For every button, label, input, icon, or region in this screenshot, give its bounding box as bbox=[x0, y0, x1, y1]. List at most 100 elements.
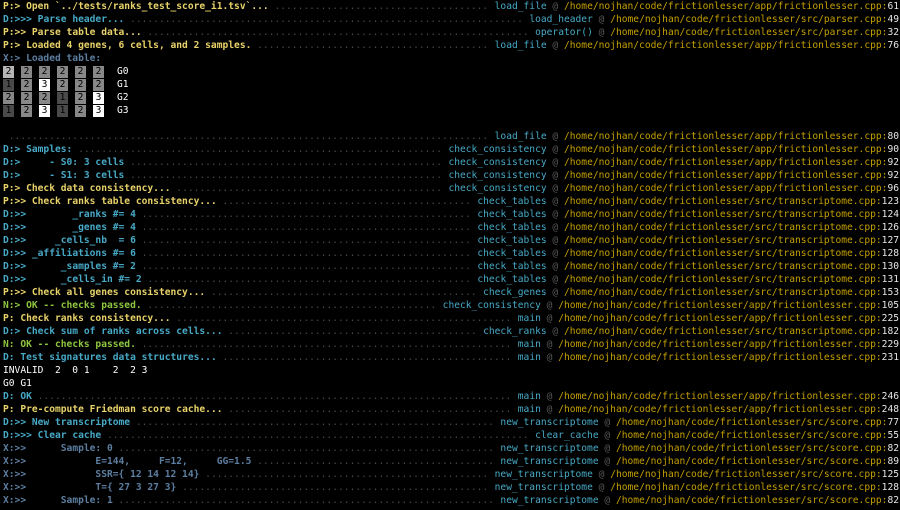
at-sign: @ bbox=[546, 326, 564, 337]
function-name: check_tables bbox=[477, 261, 547, 272]
table-cell: 2 bbox=[93, 66, 104, 78]
at-sign: @ bbox=[540, 352, 559, 363]
log-message: Check ranks consistency... bbox=[14, 313, 171, 324]
line-number: 127 bbox=[881, 235, 899, 246]
log-level: X:>> bbox=[3, 469, 27, 480]
log-level: D:>> bbox=[3, 274, 27, 285]
function-name: check_consistency bbox=[448, 170, 547, 181]
log-message: _ranks #= 4 bbox=[26, 209, 136, 220]
function-name: main bbox=[517, 313, 541, 324]
log-line: N: OK -- checks passed. ................… bbox=[3, 338, 900, 351]
log-level: D:> bbox=[3, 170, 21, 181]
file-path: /home/nojhan/code/frictionlesser/src/tra… bbox=[563, 235, 876, 246]
file-path: /home/nojhan/code/frictionlesser/src/tra… bbox=[563, 261, 876, 272]
source-location: clear_cache @ /home/nojhan/code/friction… bbox=[529, 429, 899, 442]
file-path: /home/nojhan/code/frictionlesser/src/tra… bbox=[563, 209, 876, 220]
log-message: Check all genes consistency... bbox=[26, 287, 206, 298]
log-level: D:> bbox=[3, 326, 21, 337]
at-sign: @ bbox=[592, 482, 611, 493]
log-line: D:> - S1: 3 cells ......................… bbox=[3, 169, 900, 182]
source-location: load_file @ /home/nojhan/code/frictionle… bbox=[488, 39, 899, 52]
source-location: check_consistency @ /home/nojhan/code/fr… bbox=[442, 156, 899, 169]
function-name: new_transcriptome bbox=[500, 456, 599, 467]
at-sign: @ bbox=[546, 157, 564, 168]
table-cell: 1 bbox=[3, 105, 14, 117]
log-line: D:>>> Parse header... ..................… bbox=[3, 13, 900, 26]
at-sign: @ bbox=[592, 27, 611, 38]
line-number: 49 bbox=[887, 14, 899, 25]
function-name: load_file bbox=[494, 131, 547, 142]
file-path: /home/nojhan/code/frictionlesser/app/fri… bbox=[558, 339, 876, 350]
source-location: new_transcriptome @ /home/nojhan/code/fr… bbox=[488, 481, 899, 494]
table-cell: 2 bbox=[75, 92, 86, 104]
table-cell: 2 bbox=[21, 92, 32, 104]
table-cell: 2 bbox=[57, 66, 68, 78]
log-line: P:> Open `../tests/ranks_test_score_i1.t… bbox=[3, 0, 900, 13]
terminal-window[interactable]: P:> Open `../tests/ranks_test_score_i1.t… bbox=[0, 0, 900, 510]
table-cell: 3 bbox=[93, 92, 104, 104]
log-level: P: bbox=[3, 404, 15, 415]
function-name: check_consistency bbox=[442, 300, 541, 311]
at-sign: @ bbox=[546, 261, 564, 272]
at-sign: @ bbox=[546, 274, 564, 285]
log-line: D:>> New transcriptome .................… bbox=[3, 416, 900, 429]
log-level: D:>> bbox=[3, 248, 27, 259]
file-path: /home/nojhan/code/frictionlesser/src/tra… bbox=[563, 287, 876, 298]
log-line: D:>>> Clear cache ......................… bbox=[3, 429, 900, 442]
log-message: _samples #= 2 bbox=[26, 261, 136, 272]
table-cell: 2 bbox=[75, 79, 86, 91]
source-location: check_consistency @ /home/nojhan/code/fr… bbox=[442, 182, 899, 195]
log-line: X:>> Sample: 0 .........................… bbox=[3, 442, 900, 455]
source-location: load_file @ /home/nojhan/code/frictionle… bbox=[488, 0, 899, 13]
line-number: 92 bbox=[887, 170, 899, 181]
log-line: D:>> _affiliations #= 6 ................… bbox=[3, 247, 900, 260]
line-number: 131 bbox=[881, 274, 899, 285]
log-line: G0 G1 bbox=[3, 377, 900, 390]
log-line: N:> OK -- checks passed. ...............… bbox=[3, 299, 900, 312]
log-level: N:> bbox=[3, 300, 21, 311]
log-level: D:>> bbox=[3, 235, 27, 246]
table-cell: 2 bbox=[21, 79, 32, 91]
log-message: _cells_in #= 2 bbox=[26, 274, 142, 285]
line-number: 126 bbox=[881, 222, 899, 233]
log-line: P:>> Check all genes consistency... ....… bbox=[3, 286, 900, 299]
log-line: ........................................… bbox=[3, 130, 900, 143]
source-location: operator() @ /home/nojhan/code/frictionl… bbox=[529, 26, 899, 39]
file-path: /home/nojhan/code/frictionlesser/app/fri… bbox=[563, 1, 882, 12]
log-level: D:>> bbox=[3, 209, 27, 220]
file-path: /home/nojhan/code/frictionlesser/src/sco… bbox=[610, 469, 876, 480]
file-path: /home/nojhan/code/frictionlesser/src/sco… bbox=[615, 417, 882, 428]
log-level: X:>> bbox=[3, 443, 27, 454]
log-line: D:>> _cells_in #= 2 ....................… bbox=[3, 273, 900, 286]
at-sign: @ bbox=[540, 391, 559, 402]
log-message: - S0: 3 cells bbox=[20, 157, 125, 168]
source-location: new_transcriptome @ /home/nojhan/code/fr… bbox=[494, 455, 899, 468]
line-number: 231 bbox=[881, 352, 899, 363]
line-number: 55 bbox=[887, 430, 899, 441]
file-path: /home/nojhan/code/frictionlesser/app/fri… bbox=[558, 352, 876, 363]
line-number: 89 bbox=[887, 456, 899, 467]
log-level: X:> bbox=[3, 53, 21, 64]
source-location: check_tables @ /home/nojhan/code/frictio… bbox=[471, 221, 899, 234]
table-cell: 2 bbox=[21, 105, 32, 117]
log-line: X:>> SSR={ 12 14 12 14} ................… bbox=[3, 468, 900, 481]
table-cell: 1 bbox=[57, 105, 68, 117]
at-sign: @ bbox=[598, 417, 616, 428]
function-name: check_consistency bbox=[448, 183, 547, 194]
log-level: D:>> bbox=[3, 222, 27, 233]
function-name: new_transcriptome bbox=[494, 469, 593, 480]
log-level: P:>> bbox=[3, 27, 27, 38]
line-number: 82 bbox=[887, 495, 899, 506]
log-message: Parse header... bbox=[31, 14, 125, 25]
line-number: 32 bbox=[887, 27, 899, 38]
log-level: D:>> bbox=[3, 261, 27, 272]
file-path: /home/nojhan/code/frictionlesser/app/fri… bbox=[558, 404, 876, 415]
log-message: Test signatures data structures... bbox=[14, 352, 217, 363]
log-line: D:>> _ranks #= 4 .......................… bbox=[3, 208, 900, 221]
log-line: P: Check ranks consistency... ..........… bbox=[3, 312, 900, 325]
log-message: SSR={ 12 14 12 14} bbox=[26, 469, 200, 480]
log-line: X:>> Sample: 1 .........................… bbox=[3, 494, 900, 507]
function-name: check_tables bbox=[477, 196, 547, 207]
at-sign: @ bbox=[546, 144, 564, 155]
source-location: check_tables @ /home/nojhan/code/frictio… bbox=[471, 234, 899, 247]
